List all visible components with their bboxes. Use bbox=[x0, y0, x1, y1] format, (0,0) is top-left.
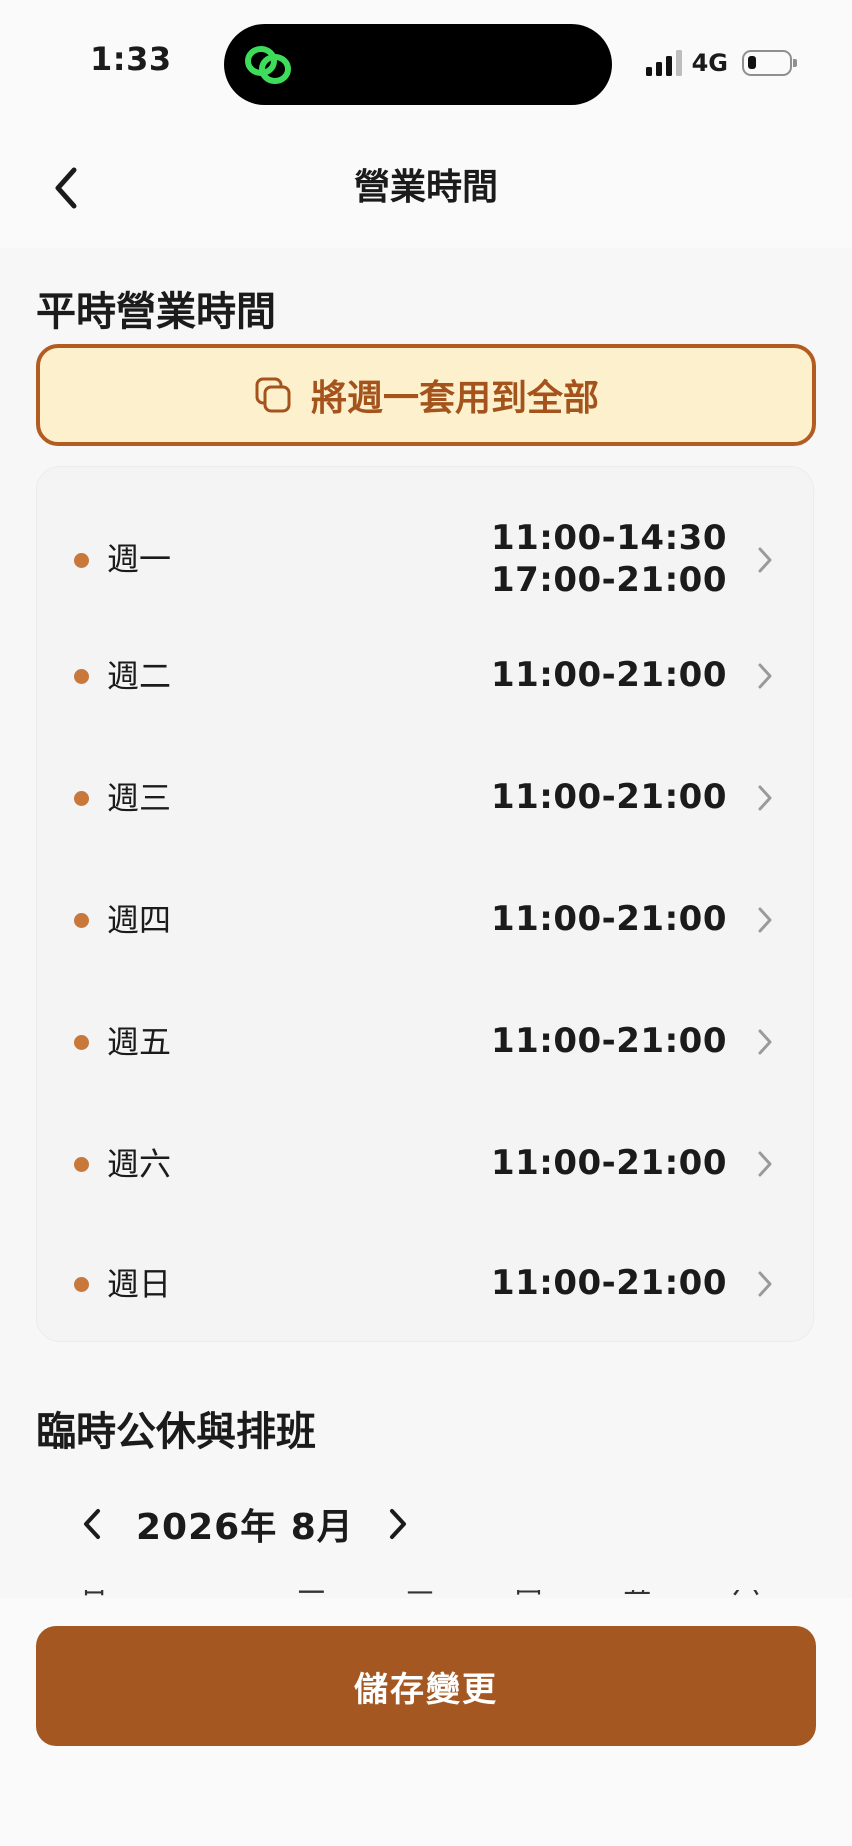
day-dot bbox=[74, 1157, 89, 1172]
month-navigator: 2026年 8月 bbox=[76, 1496, 414, 1552]
day-label: 週二 bbox=[107, 657, 172, 695]
day-row-sunday[interactable]: 週日 11:00-21:00 bbox=[37, 1233, 815, 1333]
temporary-closures-title: 臨時公休與排班 bbox=[36, 1409, 316, 1455]
chevron-right-icon bbox=[758, 547, 772, 573]
bottom-action-bar: 儲存變更 bbox=[0, 1598, 852, 1846]
hours-range: 17:00-21:00 bbox=[490, 560, 727, 600]
day-hours: 11:00-21:00 bbox=[491, 747, 727, 847]
day-dot bbox=[74, 553, 89, 568]
save-changes-button[interactable]: 儲存變更 bbox=[36, 1626, 816, 1746]
dynamic-island bbox=[224, 24, 612, 105]
day-row-wednesday[interactable]: 週三 11:00-21:00 bbox=[37, 747, 815, 847]
screen: 1:33 4G 營業時間 平時營業時間 將週一套用到全部 週一 11:00-14… bbox=[0, 0, 852, 1846]
hours-range: 11:00-21:00 bbox=[490, 1263, 727, 1303]
month-label: 2026年 8月 bbox=[136, 1507, 354, 1548]
next-month-button[interactable] bbox=[382, 1502, 414, 1546]
hours-range: 11:00-14:30 bbox=[490, 518, 727, 558]
day-row-saturday[interactable]: 週六 11:00-21:00 bbox=[37, 1113, 815, 1213]
hours-range: 11:00-21:00 bbox=[490, 899, 727, 939]
signal-icon bbox=[645, 50, 682, 76]
day-label: 週日 bbox=[107, 1265, 172, 1303]
battery-icon bbox=[742, 50, 797, 76]
day-row-thursday[interactable]: 週四 11:00-21:00 bbox=[37, 869, 815, 969]
status-time: 1:33 bbox=[90, 40, 172, 78]
chevron-right-icon bbox=[758, 1029, 772, 1055]
chevron-right-icon bbox=[758, 1151, 772, 1177]
status-indicators: 4G bbox=[645, 46, 797, 80]
day-dot bbox=[74, 791, 89, 806]
weekly-hours-card: 週一 11:00-14:30 17:00-21:00 週二 11:00-21:0… bbox=[36, 466, 814, 1342]
hours-range: 11:00-21:00 bbox=[490, 655, 727, 695]
page-title: 營業時間 bbox=[353, 167, 498, 208]
hours-range: 11:00-21:00 bbox=[490, 1143, 727, 1183]
day-label: 週一 bbox=[107, 540, 172, 578]
apply-monday-to-all-button[interactable]: 將週一套用到全部 bbox=[36, 344, 816, 446]
day-hours: 11:00-21:00 bbox=[491, 625, 727, 725]
day-hours: 11:00-14:30 17:00-21:00 bbox=[491, 493, 727, 625]
day-hours: 11:00-21:00 bbox=[491, 1113, 727, 1213]
chevron-right-icon bbox=[758, 1271, 772, 1297]
day-dot bbox=[74, 913, 89, 928]
apply-button-label: 將週一套用到全部 bbox=[310, 378, 599, 419]
top-bar: 1:33 4G 營業時間 bbox=[0, 0, 852, 248]
regular-hours-title: 平時營業時間 bbox=[36, 289, 276, 335]
chevron-right-icon bbox=[758, 785, 772, 811]
day-dot bbox=[74, 1277, 89, 1292]
prev-month-button[interactable] bbox=[76, 1502, 108, 1546]
chevron-right-icon bbox=[758, 663, 772, 689]
day-hours: 11:00-21:00 bbox=[491, 991, 727, 1091]
link-app-icon bbox=[245, 46, 291, 84]
day-dot bbox=[74, 1035, 89, 1050]
day-hours: 11:00-21:00 bbox=[491, 869, 727, 969]
day-dot bbox=[74, 669, 89, 684]
day-label: 週三 bbox=[107, 779, 172, 817]
copy-icon bbox=[255, 377, 291, 413]
day-label: 週五 bbox=[107, 1023, 172, 1061]
chevron-right-icon bbox=[389, 1509, 406, 1539]
day-row-tuesday[interactable]: 週二 11:00-21:00 bbox=[37, 625, 815, 725]
day-label: 週四 bbox=[107, 901, 172, 939]
chevron-right-icon bbox=[758, 907, 772, 933]
day-label: 週六 bbox=[107, 1145, 172, 1183]
hours-range: 11:00-21:00 bbox=[490, 777, 727, 817]
network-label: 4G bbox=[691, 49, 728, 77]
day-row-friday[interactable]: 週五 11:00-21:00 bbox=[37, 991, 815, 1091]
chevron-left-icon bbox=[84, 1509, 100, 1539]
day-hours: 11:00-21:00 bbox=[491, 1233, 727, 1333]
hours-range: 11:00-21:00 bbox=[490, 1021, 727, 1061]
day-row-monday[interactable]: 週一 11:00-14:30 17:00-21:00 bbox=[37, 493, 815, 625]
